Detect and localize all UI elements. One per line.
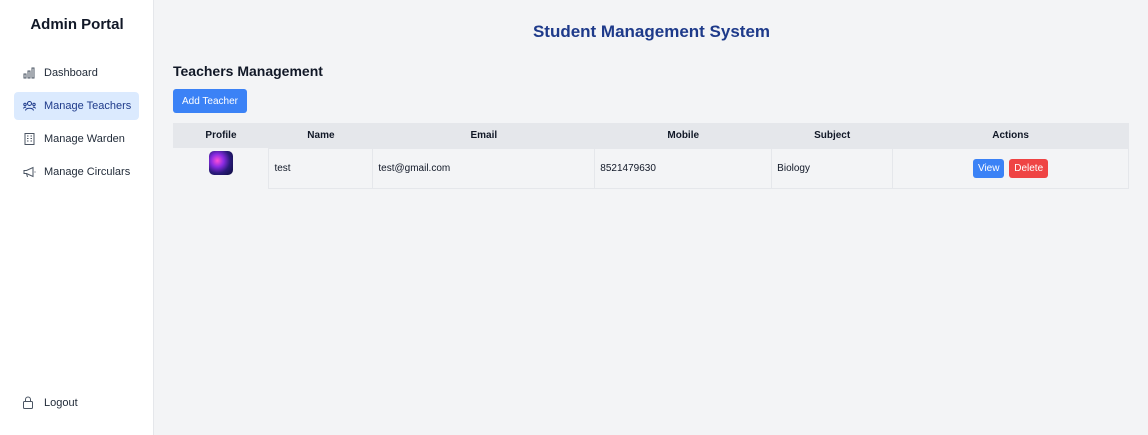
sidebar-item-label: Manage Circulars xyxy=(44,166,131,178)
page-title: Student Management System xyxy=(532,22,771,41)
sidebar-item-label: Manage Teachers xyxy=(44,100,132,112)
sidebar-item-dashboard[interactable]: Dashboard xyxy=(14,59,139,87)
view-button[interactable]: View xyxy=(972,158,1005,178)
actions-cell: View Delete xyxy=(892,147,1129,189)
column-header-actions: Actions xyxy=(992,129,1029,141)
mobile-cell: 8521479630 xyxy=(594,147,773,189)
sidebar-item-label: Manage Warden xyxy=(44,133,125,145)
sidebar-item-manage-teachers[interactable]: Manage Teachers xyxy=(14,92,139,120)
column-header-profile: Profile xyxy=(205,130,237,141)
logout-button[interactable]: Logout xyxy=(22,396,78,410)
column-header-mobile: Mobile xyxy=(667,129,700,141)
lock-icon xyxy=(22,396,36,410)
name-cell: test xyxy=(268,147,374,189)
teachers-icon xyxy=(22,99,36,113)
logout-label: Logout xyxy=(44,397,78,409)
email-cell: test@gmail.com xyxy=(372,147,596,189)
building-icon xyxy=(22,132,36,146)
profile-cell xyxy=(173,148,269,188)
main-content: Student Management System Teachers Manag… xyxy=(155,0,1148,435)
sidebar: Admin Portal Dashboard Manage Teachers M… xyxy=(0,0,154,435)
column-header-subject: Subject xyxy=(814,129,851,141)
table-row: test test@gmail.com 8521479630 Biology V… xyxy=(173,147,1129,189)
column-header-name: Name xyxy=(307,129,335,141)
table-header-row: Profile Name Email Mobile Subject Action… xyxy=(173,123,1129,148)
delete-button[interactable]: Delete xyxy=(1009,158,1049,178)
teachers-table: Profile Name Email Mobile Subject Action… xyxy=(173,123,1129,189)
brand-title: Admin Portal xyxy=(30,16,124,33)
sidebar-item-manage-warden[interactable]: Manage Warden xyxy=(14,125,139,153)
sidebar-item-manage-circulars[interactable]: Manage Circulars xyxy=(14,158,139,186)
megaphone-icon xyxy=(22,165,36,179)
sidebar-nav: Dashboard Manage Teachers Manage Warden … xyxy=(14,59,139,191)
column-header-email: Email xyxy=(470,129,498,141)
subject-cell: Biology xyxy=(771,147,894,189)
bar-chart-icon xyxy=(22,66,36,80)
avatar xyxy=(208,151,233,175)
sidebar-item-label: Dashboard xyxy=(44,67,98,79)
section-title: Teachers Management xyxy=(173,63,323,79)
add-teacher-button[interactable]: Add Teacher xyxy=(173,89,247,113)
